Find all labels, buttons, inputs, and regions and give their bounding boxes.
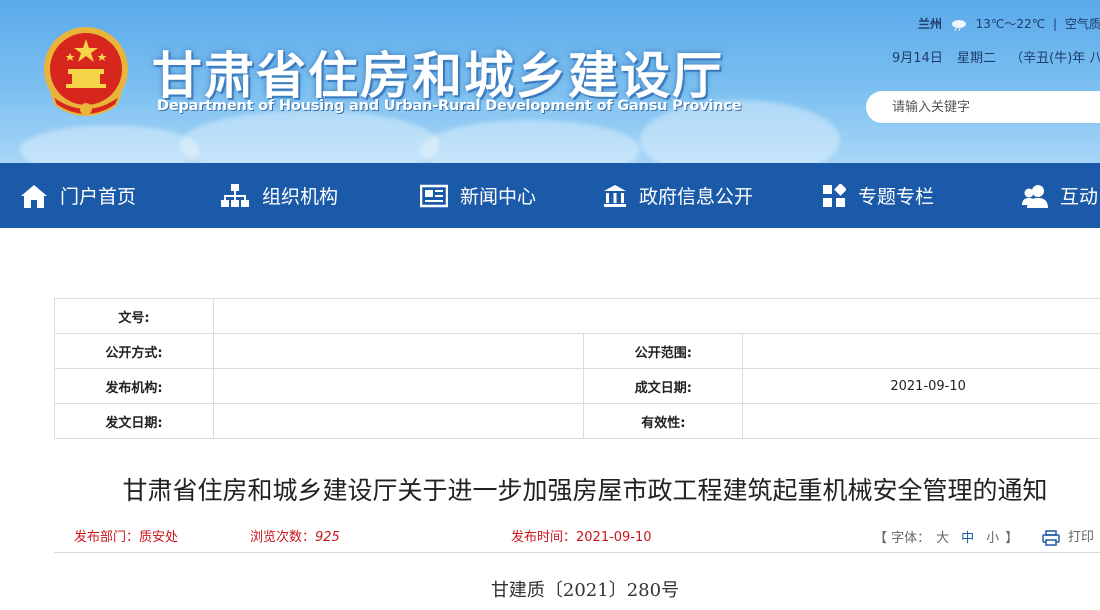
nav-item-gov-info[interactable]: 政府信息公开 [603,163,753,228]
date-weekday: 星期二 [956,51,996,66]
publish-department-label: 发布部门： [74,530,140,545]
cloud-decoration [420,120,640,163]
nav-item-label: 政府信息公开 [639,186,754,208]
article-title: 甘肃省住房和城乡建设厅关于进一步加强房屋市政工程建筑起重机械安全管理的通知 [122,476,1048,505]
nav-item-organization[interactable]: 组织机构 [220,163,338,228]
government-building-icon [604,184,626,207]
open-method-value [212,333,585,369]
publish-department: 发布部门：质安处 [74,526,178,545]
rain-cloud-icon [951,19,966,31]
nav-item-topics[interactable]: 专题专栏 [822,163,934,228]
nav-item-label: 专题专栏 [858,186,935,208]
validity-value [742,403,1100,439]
issue-date-label: 发文日期: [54,403,214,439]
validity-label: 有效性: [583,403,744,439]
nav-item-label: 新闻中心 [460,186,537,208]
written-date-value: 2021-09-10 [742,368,1100,404]
users-icon [1022,184,1048,208]
site-header: 甘肃省住房和城乡建设厅 Department of Housing and Ur… [0,0,1100,163]
weather-widget: 兰州 13℃～22℃ | 空气质量 [918,15,1100,32]
print-label: 打印 [1068,530,1095,545]
national-emblem-icon [44,27,128,116]
printer-icon [1042,529,1060,546]
cloud-decoration [20,125,200,163]
nav-item-news[interactable]: 新闻中心 [420,163,536,228]
font-size-close: 】 [1005,531,1019,546]
home-icon [21,184,47,208]
publish-time-value: 2021-09-10 [576,530,652,545]
table-row: 公开方式: 公开范围: [54,333,1100,369]
nav-item-label: 互动 [1060,186,1099,208]
publish-time: 发布时间：2021-09-10 [511,526,652,545]
weather-temperature: 13℃～22℃ [975,17,1046,31]
open-scope-label: 公开范围: [583,333,744,369]
publish-time-label: 发布时间： [511,530,577,545]
site-subtitle: Department of Housing and Urban-Rural De… [157,98,742,114]
view-count-label: 浏览次数： [250,530,316,545]
doc-number-label: 文号: [54,298,214,334]
font-size-small-link[interactable]: 小 [986,531,999,546]
weather-city: 兰州 [918,17,943,31]
publish-department-value: 质安处 [139,530,179,545]
font-size-label: 【 字体： [874,531,931,546]
search-input[interactable] [890,99,1094,116]
font-size-large-link[interactable]: 大 [936,531,949,546]
issuer-label: 发布机构: [54,368,214,404]
date-lunar: （辛丑(牛)年 八 [1010,51,1100,66]
date-day: 9月14日 [892,51,943,66]
issue-date-value [212,403,585,439]
document-number: 甘建质〔2021〕280号 [490,580,680,601]
issuer-value [212,368,585,404]
nav-item-interaction[interactable]: 互动 [1022,163,1098,228]
table-row: 文号: [54,298,1100,334]
written-date-label: 成文日期: [583,368,744,404]
cloud-decoration [180,110,440,163]
view-count-value: 925 [315,530,340,545]
table-row: 发布机构: 成文日期: 2021-09-10 [54,368,1100,404]
font-size-medium-link[interactable]: 中 [961,531,974,546]
open-method-label: 公开方式: [54,333,214,369]
org-chart-icon [221,183,249,207]
news-icon [420,184,448,207]
search-box [866,91,1100,123]
view-count: 浏览次数：925 [250,526,340,545]
document-meta-table: 文号: 公开方式: 公开范围: 发布机构: 成文日期: 2021-09-10 发… [54,298,1100,439]
weather-air-quality: 空气质量 [1064,17,1100,31]
main-nav: 门户首页 组织机构 新闻中心 政府信息公开 专题专栏 互动 [0,163,1100,228]
table-row: 发文日期: 有效性: [54,403,1100,439]
nav-item-home[interactable]: 门户首页 [20,163,136,228]
weather-separator: | [1053,17,1058,31]
open-scope-value [742,333,1100,369]
grid-icon [823,183,846,207]
font-size-switcher: 【 字体： 大中小】 [874,527,1018,546]
nav-item-label: 组织机构 [262,186,339,208]
date-display: 9月14日 星期二 （辛丑(牛)年 八 [892,47,1100,66]
doc-number-value [212,298,1100,334]
article-info-bar: 发布部门：质安处 浏览次数：925 发布时间：2021-09-10 【 字体： 大… [54,522,1100,553]
nav-item-label: 门户首页 [60,186,137,208]
print-button[interactable]: 打印 [1042,526,1094,546]
